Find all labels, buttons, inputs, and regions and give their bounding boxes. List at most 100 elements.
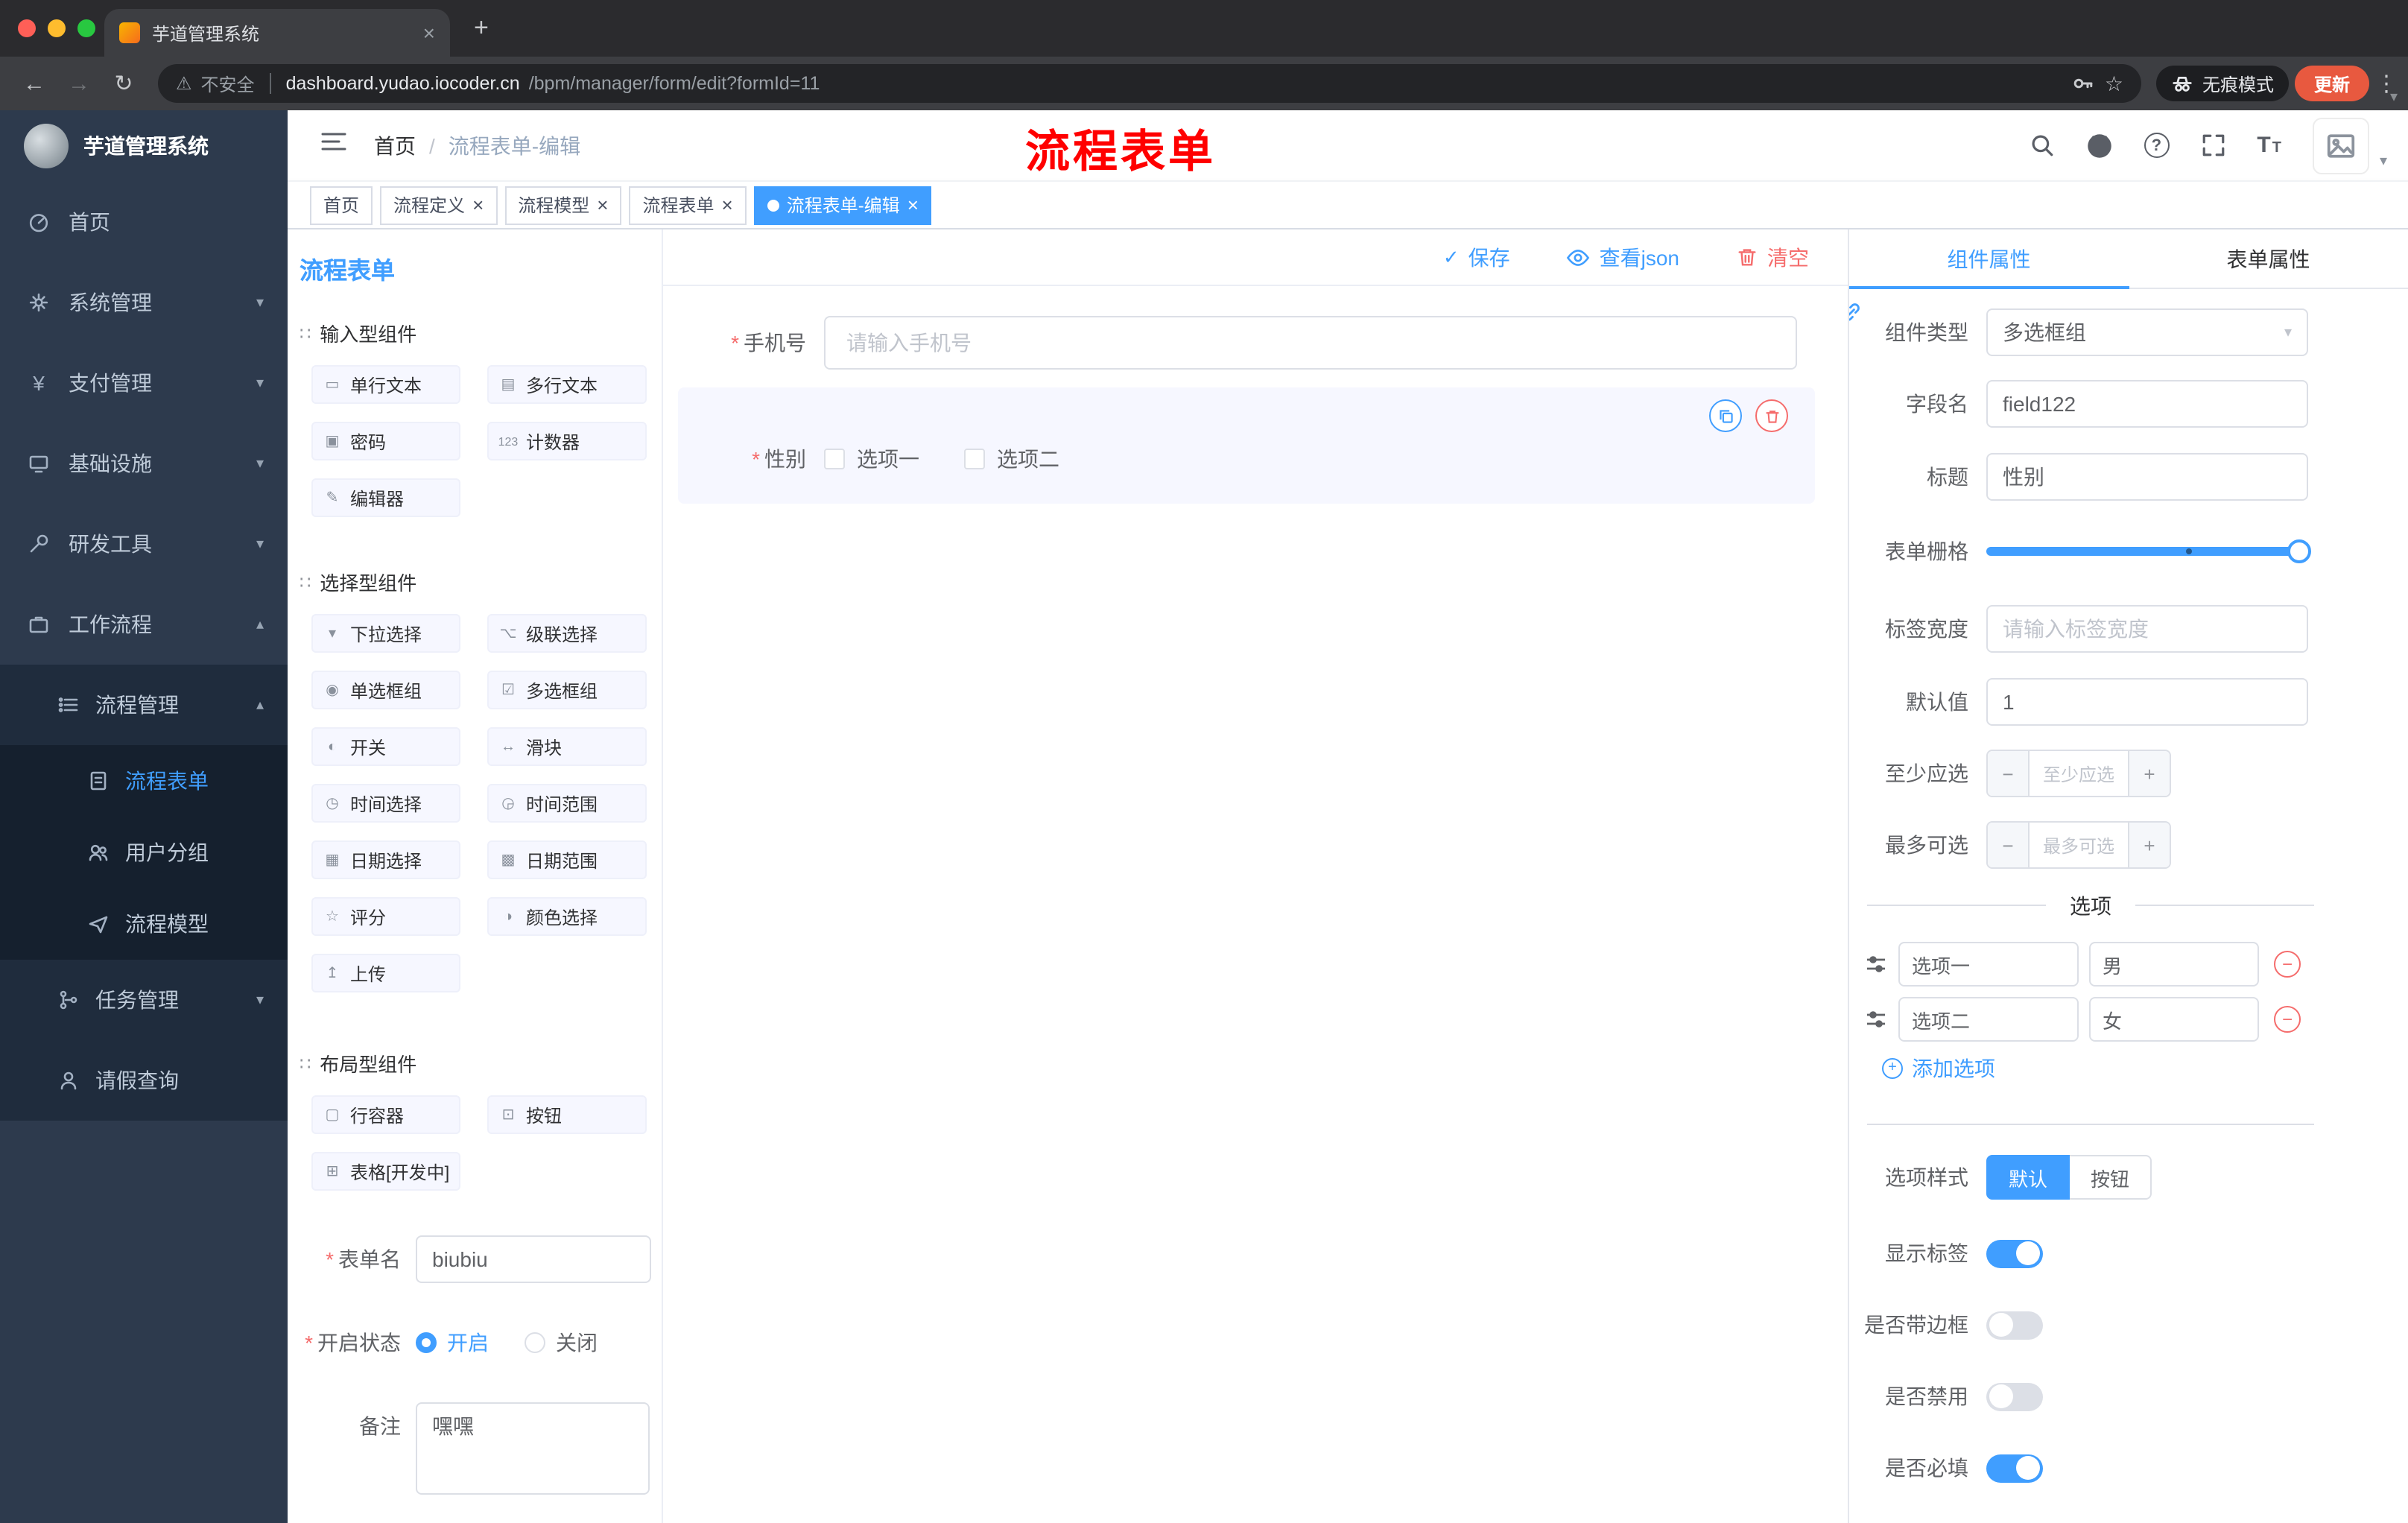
palette-item-row-container[interactable]: ▢ 行容器: [311, 1095, 460, 1134]
tag-process-definition[interactable]: 流程定义 ×: [380, 186, 498, 224]
palette-item-radio-group[interactable]: ◉ 单选框组: [311, 671, 460, 709]
palette-item-date-range[interactable]: ▩ 日期范围: [487, 840, 647, 879]
password-key-icon[interactable]: [2072, 72, 2096, 95]
selected-component[interactable]: * 性别 选项一 选项二: [678, 387, 1815, 504]
palette-item-password[interactable]: ▣ 密码: [311, 422, 460, 460]
border-switch[interactable]: [1986, 1311, 2043, 1339]
decrease-button[interactable]: −: [1988, 823, 2030, 867]
sidebar-item-home[interactable]: 首页: [0, 182, 288, 262]
sidebar-item-workflow[interactable]: 工作流程 ▴: [0, 584, 288, 665]
palette-item-select[interactable]: ▾ 下拉选择: [311, 614, 460, 653]
palette-item-single-text[interactable]: ▭ 单行文本: [311, 365, 460, 404]
sidebar-item-process-form[interactable]: 流程表单: [0, 745, 288, 817]
close-icon[interactable]: ×: [472, 195, 484, 215]
checkbox-option1[interactable]: 选项一: [824, 444, 919, 474]
tab-component-props[interactable]: 组件属性: [1849, 229, 2129, 289]
status-off-radio[interactable]: 关闭: [525, 1328, 598, 1358]
decrease-button[interactable]: −: [1988, 751, 2030, 796]
remove-option-button[interactable]: −: [2274, 951, 2301, 978]
form-name-input[interactable]: [416, 1235, 651, 1283]
tag-process-form[interactable]: 流程表单 ×: [629, 186, 747, 224]
slider-handle[interactable]: [2287, 539, 2311, 563]
add-option-button[interactable]: + 添加选项: [1882, 1054, 1995, 1083]
close-icon[interactable]: ×: [722, 195, 733, 215]
new-tab-button[interactable]: +: [474, 13, 489, 43]
field-name-input[interactable]: [1986, 380, 2308, 428]
sidebar-item-system[interactable]: 系统管理 ▾: [0, 262, 288, 343]
palette-item-table[interactable]: ⊞ 表格[开发中]: [311, 1152, 460, 1191]
palette-item-date-picker[interactable]: ▦ 日期选择: [311, 840, 460, 879]
sidebar-item-user-group[interactable]: 用户分组: [0, 817, 288, 888]
style-default-button[interactable]: 默认: [1986, 1155, 2070, 1200]
sidebar-item-process-model[interactable]: 流程模型: [0, 888, 288, 960]
window-minimize-button[interactable]: [48, 19, 66, 37]
default-value-input[interactable]: [1986, 678, 2308, 726]
window-zoom-button[interactable]: [77, 19, 95, 37]
option-label-input[interactable]: [1898, 997, 2079, 1042]
breadcrumb-home[interactable]: 首页: [374, 130, 416, 160]
label-width-input[interactable]: [1986, 605, 2308, 653]
tag-process-form-edit[interactable]: 流程表单-编辑 ×: [753, 186, 932, 224]
title-input[interactable]: [1986, 453, 2308, 501]
clear-button[interactable]: 清空: [1736, 242, 1809, 272]
palette-item-time-picker[interactable]: ◷ 时间选择: [311, 784, 460, 823]
palette-item-rate[interactable]: ☆ 评分: [311, 897, 460, 936]
toolbar-caret-icon[interactable]: ▾: [2390, 89, 2398, 106]
status-on-radio[interactable]: 开启: [416, 1328, 489, 1358]
sidebar-item-payment[interactable]: ¥ 支付管理 ▾: [0, 343, 288, 423]
sidebar-item-infrastructure[interactable]: 基础设施 ▾: [0, 423, 288, 504]
sidebar-item-devtools[interactable]: 研发工具 ▾: [0, 504, 288, 584]
sidebar-item-task-management[interactable]: 任务管理 ▾: [0, 960, 288, 1040]
search-icon[interactable]: [2029, 133, 2054, 158]
palette-item-counter[interactable]: 123 计数器: [487, 422, 647, 460]
remove-option-button[interactable]: −: [2274, 1006, 2301, 1033]
palette-item-checkbox-group[interactable]: ☑ 多选框组: [487, 671, 647, 709]
font-size-icon[interactable]: TT: [2257, 134, 2281, 156]
option-value-input[interactable]: [2089, 997, 2259, 1042]
save-button[interactable]: ✓ 保存: [1443, 242, 1510, 272]
palette-item-switch[interactable]: ◐ 开关: [311, 727, 460, 766]
palette-item-cascader[interactable]: ⌥ 级联选择: [487, 614, 647, 653]
option-label-input[interactable]: [1898, 942, 2079, 987]
component-type-select[interactable]: 多选框组 ▾: [1986, 308, 2308, 356]
palette-item-editor[interactable]: ✎ 编辑器: [311, 478, 460, 517]
close-icon[interactable]: ×: [907, 195, 919, 215]
style-button-button[interactable]: 按钮: [2070, 1155, 2152, 1200]
update-button[interactable]: 更新: [2294, 66, 2369, 101]
increase-button[interactable]: +: [2128, 751, 2170, 796]
avatar-caret-icon[interactable]: ▾: [2380, 153, 2387, 169]
copy-component-button[interactable]: [1709, 399, 1742, 432]
increase-button[interactable]: +: [2128, 823, 2170, 867]
github-icon[interactable]: [2085, 132, 2112, 159]
form-grid-slider[interactable]: [1986, 528, 2311, 575]
tab-close-icon[interactable]: ×: [423, 22, 435, 43]
palette-item-button[interactable]: ⊡ 按钮: [487, 1095, 647, 1134]
drag-handle-icon[interactable]: [1864, 1007, 1888, 1031]
fullscreen-icon[interactable]: [2200, 133, 2225, 158]
show-label-switch[interactable]: [1986, 1239, 2043, 1267]
address-bar[interactable]: ⚠ 不安全 dashboard.yudao.iocoder.cn /bpm/ma…: [158, 64, 2141, 103]
tab-form-props[interactable]: 表单属性: [2129, 229, 2408, 288]
sidebar-item-leave-query[interactable]: 请假查询: [0, 1040, 288, 1121]
delete-component-button[interactable]: [1755, 399, 1788, 432]
drag-handle-icon[interactable]: [1864, 952, 1888, 976]
disabled-switch[interactable]: [1986, 1382, 2043, 1410]
remark-textarea[interactable]: 嘿嘿: [416, 1402, 650, 1495]
phone-input[interactable]: [824, 316, 1797, 370]
avatar[interactable]: [2312, 117, 2369, 174]
security-warning-icon[interactable]: ⚠: [176, 73, 192, 94]
tag-home[interactable]: 首页: [310, 186, 373, 224]
palette-item-multi-text[interactable]: ▤ 多行文本: [487, 365, 647, 404]
close-icon[interactable]: ×: [597, 195, 608, 215]
required-switch[interactable]: [1986, 1454, 2043, 1482]
option-value-input[interactable]: [2089, 942, 2259, 987]
window-close-button[interactable]: [18, 19, 36, 37]
palette-item-slider[interactable]: ↔ 滑块: [487, 727, 647, 766]
bookmark-star-icon[interactable]: ☆: [2105, 71, 2123, 96]
view-json-button[interactable]: 查看json: [1567, 242, 1679, 272]
back-button[interactable]: ←: [15, 71, 54, 96]
link-field-icon[interactable]: [1849, 298, 1864, 325]
tag-process-model[interactable]: 流程模型 ×: [504, 186, 622, 224]
forward-button[interactable]: →: [60, 71, 98, 96]
help-icon[interactable]: ?: [2144, 133, 2170, 158]
